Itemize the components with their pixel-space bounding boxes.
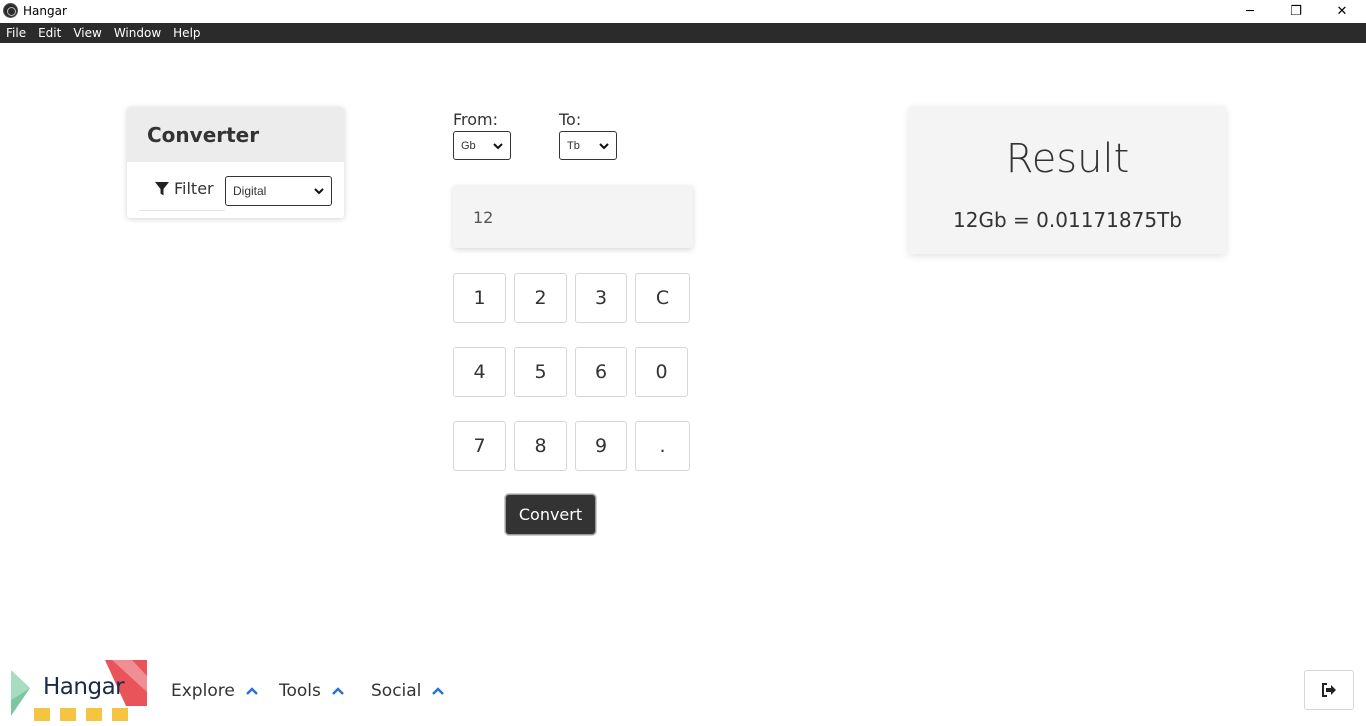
chevron-up-icon [332, 687, 344, 695]
nav-social[interactable]: Social [371, 681, 445, 701]
key-4[interactable]: 4 [453, 347, 506, 397]
chevron-down-icon [314, 188, 324, 195]
chevron-up-icon [245, 687, 258, 695]
key-7[interactable]: 7 [453, 421, 506, 471]
menu-help[interactable]: Help [173, 26, 200, 40]
to-unit-value: Tb [567, 139, 580, 152]
chevron-up-icon [432, 687, 445, 695]
key-3[interactable]: 3 [575, 273, 627, 323]
nav-explore-label: Explore [171, 681, 235, 701]
sign-out-icon [1322, 683, 1336, 697]
converter-header: Converter [127, 107, 344, 162]
window-title: Hangar [23, 4, 67, 18]
key-clear[interactable]: C [635, 273, 690, 323]
key-2[interactable]: 2 [514, 273, 567, 323]
key-0[interactable]: 0 [635, 347, 688, 397]
minimize-button[interactable]: ─ [1227, 0, 1273, 23]
filter-label-text: Filter [174, 179, 214, 198]
filter-select[interactable]: Digital [225, 176, 332, 206]
key-6[interactable]: 6 [575, 347, 627, 397]
hangar-logo[interactable]: Hangar [10, 660, 150, 721]
menu-bar: File Edit View Window Help [0, 23, 1366, 43]
to-unit-select[interactable]: Tb [559, 131, 617, 160]
filter-icon [155, 181, 169, 195]
filter-row: Filter Digital [127, 162, 344, 218]
from-unit-select[interactable]: Gb [453, 131, 511, 160]
menu-edit[interactable]: Edit [38, 26, 61, 40]
result-card: Result 12Gb = 0.01171875Tb [909, 106, 1226, 254]
close-button[interactable]: ✕ [1319, 0, 1365, 23]
logout-button[interactable] [1304, 670, 1354, 710]
nav-social-label: Social [371, 681, 422, 701]
logo-text: Hangar [43, 674, 125, 700]
converter-title: Converter [147, 123, 260, 147]
key-1[interactable]: 1 [453, 273, 506, 323]
to-label: To: [559, 110, 582, 129]
key-decimal[interactable]: . [635, 421, 690, 471]
app-icon [3, 3, 18, 18]
title-bar: Hangar ─ ❐ ✕ [0, 0, 1366, 23]
filter-underline [139, 210, 225, 211]
nav-tools[interactable]: Tools [279, 681, 345, 701]
nav-explore[interactable]: Explore [171, 681, 259, 701]
from-label: From: [453, 110, 499, 129]
value-input[interactable]: 12 [453, 185, 693, 248]
maximize-button[interactable]: ❐ [1273, 0, 1319, 23]
result-title: Result [1005, 136, 1130, 182]
filter-select-value: Digital [233, 184, 267, 198]
result-value: 12Gb = 0.01171875Tb [953, 208, 1182, 232]
chevron-down-icon [493, 142, 503, 149]
key-8[interactable]: 8 [514, 421, 567, 471]
nav-tools-label: Tools [279, 681, 321, 701]
converter-card: Converter Filter Digital [127, 107, 344, 218]
menu-window[interactable]: Window [114, 26, 161, 40]
menu-file[interactable]: File [6, 26, 26, 40]
menu-view[interactable]: View [73, 26, 101, 40]
key-5[interactable]: 5 [514, 347, 567, 397]
filter-label: Filter [154, 179, 214, 198]
convert-button[interactable]: Convert [505, 494, 596, 535]
from-unit-value: Gb [461, 139, 476, 152]
chevron-down-icon [599, 142, 609, 149]
key-9[interactable]: 9 [575, 421, 627, 471]
